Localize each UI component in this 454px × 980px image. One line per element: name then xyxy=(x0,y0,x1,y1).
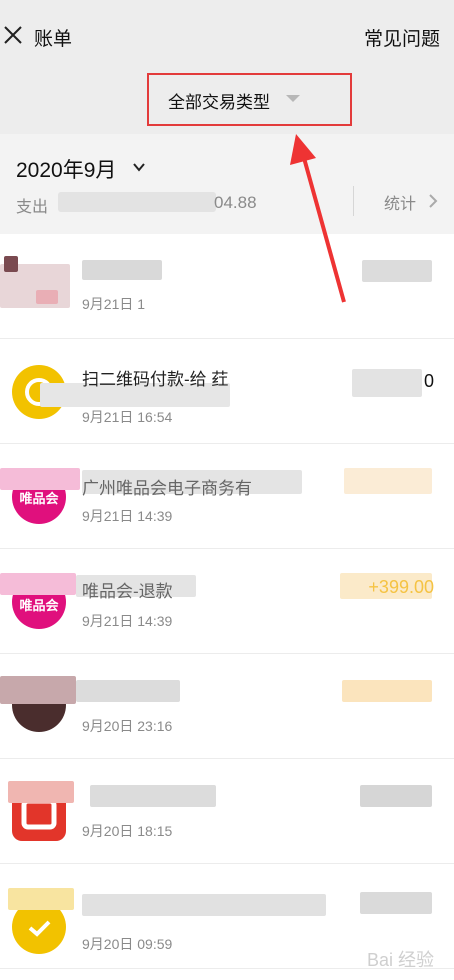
spend-value: 04.88 xyxy=(214,193,257,212)
transaction-row[interactable]: 9月21日 1 xyxy=(0,234,454,339)
month-selector[interactable]: 2020年9月 xyxy=(16,154,116,184)
transaction-time: 9月21日 14:39 xyxy=(82,613,173,629)
blurred-amount xyxy=(352,369,422,397)
blur-patch xyxy=(4,256,18,272)
chevron-right-icon[interactable] xyxy=(427,193,439,209)
blur-patch xyxy=(8,781,74,803)
transaction-time: 9月21日 14:39 xyxy=(82,508,173,524)
blurred-title xyxy=(82,260,162,280)
transaction-time: 9月20日 23:16 xyxy=(82,718,173,734)
blurred-title xyxy=(82,894,326,916)
blurred-amount xyxy=(342,680,432,702)
transaction-row[interactable]: 9月20日 23:16 xyxy=(0,654,454,759)
page-title: 账单 xyxy=(34,29,73,50)
stats-link[interactable]: 统计 xyxy=(384,190,416,214)
blurred-amount xyxy=(362,260,432,282)
blur-patch xyxy=(0,468,80,490)
header: 账单 常见问题 全部交易类型 xyxy=(0,0,454,134)
bill-page: 账单 常见问题 全部交易类型 2020年9月 支出 04.88 统计 9月21日… xyxy=(0,0,454,980)
blurred-title xyxy=(90,785,216,807)
chevron-down-icon[interactable] xyxy=(132,160,146,174)
blurred-amount xyxy=(360,892,432,914)
transaction-row[interactable]: 唯品会 广州唯品会电子商务有 9月21日 14:39 xyxy=(0,444,454,549)
divider xyxy=(353,186,354,216)
transaction-time: 9月20日 18:15 xyxy=(82,823,173,839)
blurred-amount xyxy=(360,785,432,807)
avatar-label: 唯品会 xyxy=(19,491,59,506)
blurred-title xyxy=(76,680,180,702)
month-summary: 2020年9月 支出 04.88 统计 xyxy=(0,134,454,234)
transaction-row[interactable]: 扫二维码付款-给 荭 9月21日 16:54 0 xyxy=(0,339,454,444)
avatar-label: 唯品会 xyxy=(19,598,59,613)
transaction-title: 扫二维码付款-给 荭 xyxy=(82,370,229,389)
blurred-spend-amount xyxy=(58,192,216,212)
faq-link[interactable]: 常见问题 xyxy=(364,24,440,51)
transaction-list: 9月21日 1 扫二维码付款-给 荭 9月21日 16:54 0 唯品会 广州唯… xyxy=(0,234,454,969)
transaction-title: 广州唯品会电子商务有 xyxy=(82,479,252,498)
close-icon[interactable] xyxy=(2,24,24,46)
watermark: Bai 经验 xyxy=(366,950,434,970)
blur-patch xyxy=(0,676,76,704)
transaction-row[interactable]: 9月20日 18:15 xyxy=(0,759,454,864)
transaction-time: 9月21日 16:54 xyxy=(82,409,173,425)
transaction-time: 9月21日 1 xyxy=(82,296,146,312)
blurred-amount xyxy=(344,468,432,494)
blur-patch xyxy=(36,290,58,304)
transaction-amount: 0 xyxy=(423,371,434,391)
transaction-row[interactable]: 唯品会 唯品会-退款 9月21日 14:39 +399.00 xyxy=(0,549,454,654)
blur-patch xyxy=(0,573,76,595)
blur-patch xyxy=(8,888,74,910)
spend-label: 支出 xyxy=(16,199,49,216)
transaction-amount: +399.00 xyxy=(368,577,434,597)
transaction-title: 唯品会-退款 xyxy=(82,582,173,601)
annotation-highlight-box xyxy=(147,73,352,126)
transaction-time: 9月20日 09:59 xyxy=(82,936,173,952)
